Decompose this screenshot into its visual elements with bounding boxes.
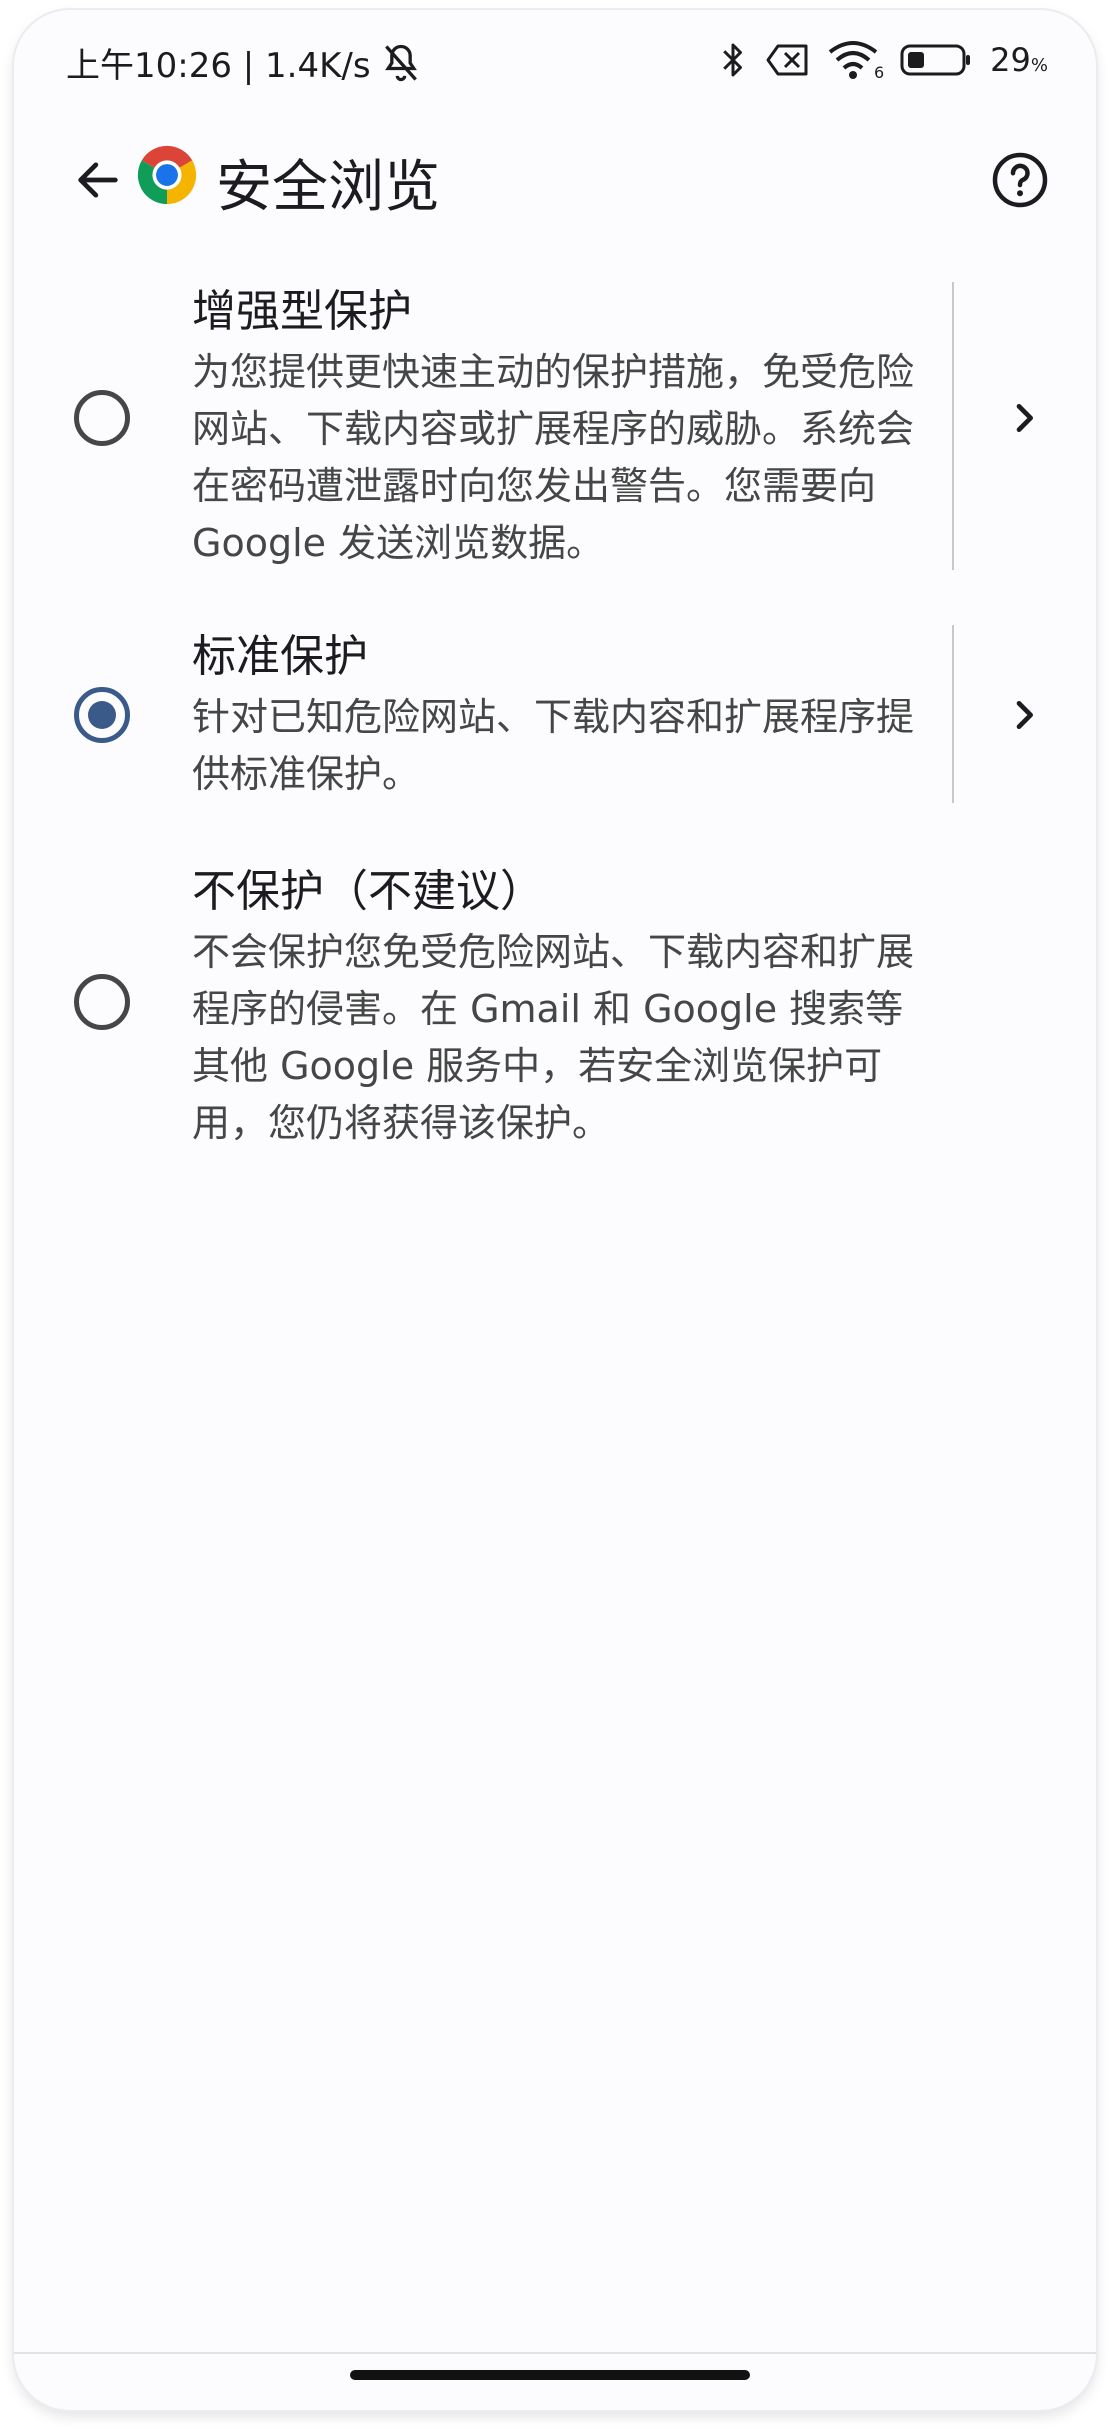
status-time-speed: 上午10:26 | 1.4K/s: [66, 46, 371, 86]
home-gesture-handle[interactable]: [350, 2370, 750, 2380]
status-right: 6 29%: [718, 40, 1048, 82]
option-enhanced-protection[interactable]: 增强型保护 为您提供更快速主动的保护措施，免受危险网站、下载内容或扩展程序的威胁…: [14, 270, 1096, 570]
option-description: 为您提供更快速主动的保护措施，免受危险网站、下载内容或扩展程序的威胁。系统会在密…: [192, 350, 915, 565]
details-standard-button[interactable]: [984, 675, 1064, 755]
wifi-icon: 6: [828, 40, 885, 82]
option-text: 不保护（不建议） 不会保护您免受危险网站、下载内容和扩展程序的侵害。在 Gmai…: [192, 862, 932, 1152]
details-enhanced-button[interactable]: [984, 378, 1064, 458]
chevron-right-icon: [1016, 404, 1033, 432]
option-text: 增强型保护 为您提供更快速主动的保护措施，免受危险网站、下载内容或扩展程序的威胁…: [192, 282, 932, 572]
option-no-protection[interactable]: 不保护（不建议） 不会保护您免受危险网站、下载内容和扩展程序的侵害。在 Gmai…: [14, 850, 1096, 1150]
battery-percent: 29%: [990, 41, 1048, 79]
back-button[interactable]: [58, 140, 138, 220]
option-divider: [952, 282, 954, 570]
option-description: 不会保护您免受危险网站、下载内容和扩展程序的侵害。在 Gmail 和 Googl…: [192, 930, 915, 1145]
wifi-badge: 6: [873, 63, 885, 82]
status-left: 上午10:26 | 1.4K/s: [66, 38, 423, 87]
chevron-right-icon: [1016, 701, 1033, 729]
mute-icon: [384, 44, 417, 81]
battery-percent-unit: %: [1030, 55, 1048, 76]
gesture-navigation-area: [14, 2352, 1096, 2410]
radio-standard-protection[interactable]: [74, 687, 130, 743]
battery-percent-value: 29: [990, 41, 1031, 79]
status-bar: 上午10:26 | 1.4K/s 6 29%: [14, 10, 1096, 110]
radio-no-protection[interactable]: [74, 974, 130, 1030]
option-title: 增强型保护: [192, 286, 412, 337]
option-divider: [952, 625, 954, 803]
radio-enhanced-protection[interactable]: [74, 390, 130, 446]
page-title: 安全浏览: [216, 155, 440, 220]
option-standard-protection[interactable]: 标准保护 针对已知危险网站、下载内容和扩展程序提供标准保护。: [14, 615, 1096, 805]
sim-off-icon: [766, 44, 808, 76]
arrow-left-icon: [78, 162, 118, 198]
battery-icon: [900, 44, 971, 76]
help-button[interactable]: [980, 140, 1060, 220]
app-bar: 安全浏览: [14, 110, 1096, 250]
option-description: 针对已知危险网站、下载内容和扩展程序提供标准保护。: [192, 695, 915, 796]
option-title: 不保护（不建议）: [192, 866, 544, 917]
help-circle-icon: [992, 152, 1048, 208]
option-text: 标准保护 针对已知危险网站、下载内容和扩展程序提供标准保护。: [192, 627, 932, 803]
chrome-logo-icon: [137, 145, 197, 205]
bluetooth-icon: [723, 43, 743, 77]
phone-screen: 上午10:26 | 1.4K/s 6 29% 安全浏览 增强型保护 为您提供更快…: [14, 10, 1096, 2410]
option-title: 标准保护: [192, 631, 368, 682]
